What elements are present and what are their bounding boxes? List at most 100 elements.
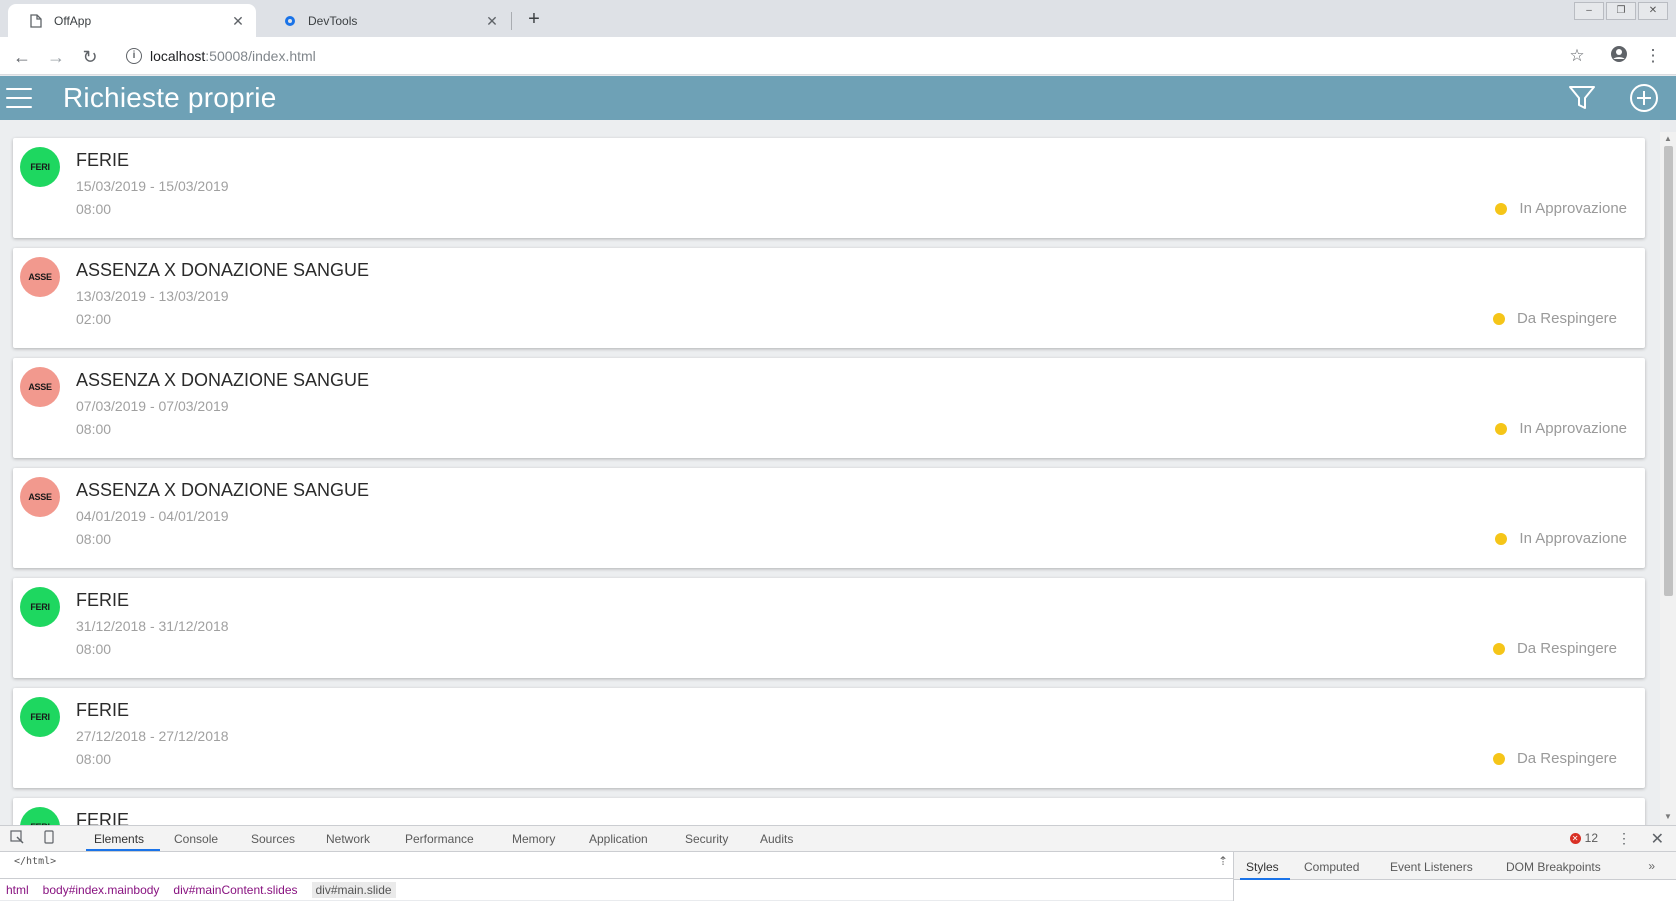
kebab-menu-icon[interactable]: ⋮ (1617, 830, 1631, 847)
request-hours: 08:00 (76, 421, 112, 437)
scroll-up-arrow-icon[interactable]: ▲ (1663, 134, 1673, 144)
page-icon (28, 13, 44, 29)
minimize-button[interactable]: – (1574, 2, 1604, 20)
tab-console[interactable]: Console (174, 832, 218, 846)
avatar: ASSE (20, 367, 60, 407)
request-title: FERIE (76, 590, 130, 610)
pin-icon[interactable]: ⇡ (1218, 854, 1228, 868)
account-icon[interactable] (1608, 45, 1630, 67)
maximize-button[interactable]: ❐ (1606, 2, 1636, 20)
status-dot-icon (1492, 642, 1505, 655)
list-scrollbar[interactable]: ▲ ▼ (1660, 132, 1676, 825)
request-hours: 02:00 (76, 311, 112, 327)
tab-event-listeners[interactable]: Event Listeners (1390, 860, 1473, 874)
inspect-icon[interactable] (8, 830, 26, 848)
request-hours: 08:00 (76, 751, 112, 767)
request-card[interactable]: FERI FERIE 15/03/2019 - 15/03/2019 08:00… (13, 138, 1645, 238)
info-icon[interactable]: i (126, 48, 142, 64)
status-dot-icon (1495, 422, 1508, 435)
kebab-menu-icon[interactable]: ⋮ (1642, 45, 1664, 67)
request-dates: 31/12/2018 - 31/12/2018 (76, 618, 229, 634)
request-dates: 27/12/2018 - 27/12/2018 (76, 728, 229, 744)
tab-audits[interactable]: Audits (760, 832, 793, 846)
tab-memory[interactable]: Memory (512, 832, 555, 846)
status-badge: Da Respingere (1492, 640, 1617, 657)
browser-tab-devtools[interactable]: DevTools ✕ (262, 4, 510, 37)
tab-network[interactable]: Network (326, 832, 370, 846)
request-card[interactable]: FERI FERIE (13, 798, 1645, 825)
tab-title: DevTools (308, 13, 358, 28)
status-badge: Da Respingere (1492, 750, 1617, 767)
add-circle-icon[interactable] (1628, 82, 1660, 114)
tab-elements[interactable]: Elements (94, 832, 144, 846)
active-tab-indicator (1240, 878, 1290, 880)
more-tabs-icon[interactable]: » (1648, 859, 1655, 873)
status-dot-icon (1495, 532, 1508, 545)
tab-performance[interactable]: Performance (405, 832, 474, 846)
breadcrumb-item[interactable]: body#index.mainbody (43, 883, 160, 897)
status-badge: In Approvazione (1495, 530, 1627, 547)
status-dot-icon (1495, 202, 1508, 215)
page-title: Richieste proprie (63, 82, 277, 113)
new-tab-button[interactable]: + (522, 8, 546, 32)
request-card[interactable]: ASSE ASSENZA X DONAZIONE SANGUE 04/01/20… (13, 468, 1645, 568)
devtools-tab-bar: Elements Console Sources Network Perform… (0, 826, 1676, 852)
breadcrumb-item[interactable]: html (6, 883, 29, 897)
request-title: ASSENZA X DONAZIONE SANGUE (76, 260, 370, 280)
reload-icon[interactable]: ↻ (78, 45, 102, 69)
forward-icon[interactable]: → (44, 45, 68, 69)
menu-icon[interactable] (6, 86, 32, 110)
devtools-panel: Elements Console Sources Network Perform… (0, 825, 1676, 901)
scroll-down-arrow-icon[interactable]: ▼ (1663, 812, 1673, 822)
tab-dom-breakpoints[interactable]: DOM Breakpoints (1506, 860, 1601, 874)
close-icon[interactable]: ✕ (1651, 829, 1664, 849)
request-title: FERIE (76, 700, 130, 720)
request-dates: 13/03/2019 - 13/03/2019 (76, 288, 229, 304)
tab-title: OffApp (54, 13, 92, 28)
error-icon: ✕ (1569, 832, 1581, 844)
request-title: FERIE (76, 810, 130, 825)
scrollbar-thumb[interactable] (1664, 146, 1673, 596)
status-dot-icon (1492, 752, 1505, 765)
star-icon[interactable]: ☆ (1566, 45, 1588, 67)
window-close-button[interactable]: ✕ (1638, 2, 1668, 20)
device-toolbar-icon[interactable] (40, 830, 58, 848)
avatar: FERI (20, 697, 60, 737)
request-card[interactable]: FERI FERIE 27/12/2018 - 27/12/2018 08:00… (13, 688, 1645, 788)
filter-icon[interactable] (1566, 82, 1598, 114)
elements-panel: </html> ⇡ html body#index.mainbody div#m… (0, 852, 1233, 901)
error-counter[interactable]: ✕ 12 (1569, 831, 1598, 845)
tab-styles[interactable]: Styles (1246, 860, 1279, 874)
request-card[interactable]: ASSE ASSENZA X DONAZIONE SANGUE 13/03/20… (13, 248, 1645, 348)
back-icon[interactable]: ← (10, 45, 34, 69)
address-bar[interactable]: i localhost:50008/index.html (118, 42, 1573, 70)
tab-security[interactable]: Security (685, 832, 728, 846)
app-header: Richieste proprie (0, 76, 1676, 120)
styles-sidebar: Styles Computed Event Listeners DOM Brea… (1233, 852, 1676, 901)
request-dates: 15/03/2019 - 15/03/2019 (76, 178, 229, 194)
request-hours: 08:00 (76, 531, 112, 547)
close-icon[interactable]: ✕ (230, 13, 246, 29)
tab-sources[interactable]: Sources (251, 832, 295, 846)
avatar: ASSE (20, 477, 60, 517)
status-dot-icon (1492, 312, 1505, 325)
request-title: ASSENZA X DONAZIONE SANGUE (76, 370, 370, 390)
status-badge: In Approvazione (1495, 420, 1627, 437)
close-icon[interactable]: ✕ (484, 13, 500, 29)
tab-application[interactable]: Application (589, 832, 648, 846)
status-badge: In Approvazione (1495, 200, 1627, 217)
request-list: FERI FERIE 15/03/2019 - 15/03/2019 08:00… (0, 120, 1660, 825)
request-dates: 04/01/2019 - 04/01/2019 (76, 508, 229, 524)
request-title: ASSENZA X DONAZIONE SANGUE (76, 480, 370, 500)
request-card[interactable]: ASSE ASSENZA X DONAZIONE SANGUE 07/03/20… (13, 358, 1645, 458)
browser-tab-offapp[interactable]: OffApp ✕ (8, 4, 256, 37)
url-text: localhost:50008/index.html (150, 48, 316, 64)
tab-computed[interactable]: Computed (1304, 860, 1359, 874)
breadcrumb-item[interactable]: div#mainContent.slides (173, 883, 297, 897)
request-title: FERIE (76, 150, 130, 170)
request-card[interactable]: FERI FERIE 31/12/2018 - 31/12/2018 08:00… (13, 578, 1645, 678)
avatar: FERI (20, 147, 60, 187)
dom-code-line[interactable]: </html> (14, 856, 56, 867)
breadcrumb-item[interactable]: div#main.slide (311, 881, 396, 898)
sidebar-tab-bar: Styles Computed Event Listeners DOM Brea… (1234, 852, 1676, 880)
